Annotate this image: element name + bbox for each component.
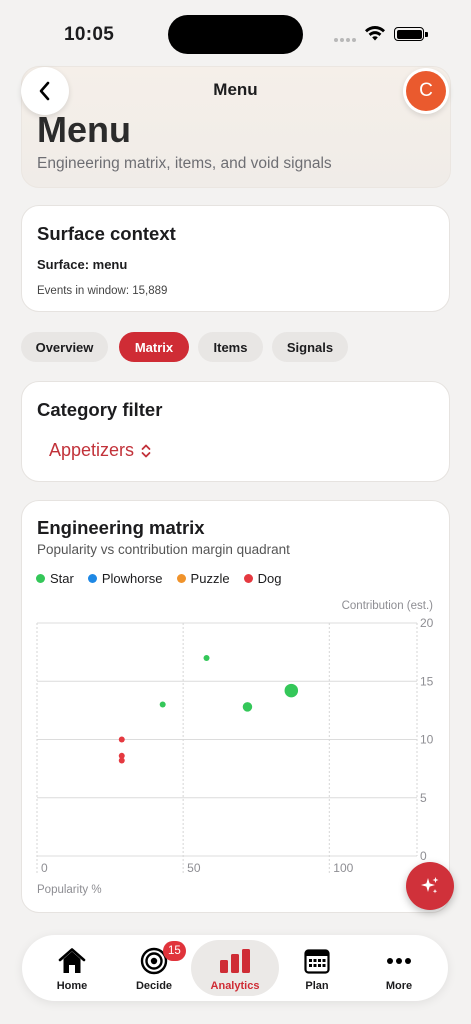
battery-icon [394, 26, 428, 42]
surface-value: Surface: menu [37, 257, 128, 272]
tab-bar-label: More [385, 980, 413, 992]
chart-x-axis-label: Popularity % [37, 884, 102, 896]
avatar[interactable]: C [403, 68, 449, 114]
tab-overview[interactable]: Overview [21, 332, 108, 362]
notification-badge: 15 [163, 941, 186, 961]
bar-chart-icon [220, 949, 250, 973]
y-tick-label: 15 [420, 674, 434, 688]
x-tick-label: 50 [187, 861, 201, 875]
page-subtitle: Engineering matrix, items, and void sign… [37, 155, 332, 172]
house-icon [58, 948, 86, 973]
scatter-chart: 201510500 50 100 [36, 616, 434, 875]
data-point-star [203, 654, 210, 661]
tab-bar-label: Plan [305, 980, 329, 992]
calendar-icon [304, 949, 330, 974]
data-point-star [159, 701, 166, 708]
wifi-icon [365, 25, 385, 41]
y-tick-label: 20 [420, 616, 434, 630]
bottom-tab-bar: Home Decide 15 Analytics Plan More [22, 935, 448, 1001]
data-point-star [283, 682, 300, 699]
category-filter-card: Category filter Appetizers [21, 381, 450, 482]
events-count: Events in window: 15,889 [37, 285, 168, 297]
data-point-dog [118, 757, 125, 764]
dynamic-island [168, 15, 303, 54]
tab-bar-plan[interactable]: Plan [274, 935, 360, 1001]
category-select-value: Appetizers [49, 440, 135, 460]
x-tick-label: 100 [333, 861, 353, 875]
cellular-signal-icon [334, 38, 358, 42]
page-title: Menu [37, 109, 131, 150]
avatar-initial: C [406, 71, 446, 111]
status-bar: 10:05 [0, 0, 471, 64]
surface-context-card: Surface context Surface: menu Events in … [21, 205, 450, 312]
y-tick-label: 10 [420, 733, 434, 747]
y-tick-label: 0 [420, 849, 427, 863]
tab-bar-more[interactable]: More [356, 935, 442, 1001]
tab-bar-label: Decide [135, 980, 173, 992]
surface-context-title: Surface context [37, 223, 176, 244]
tab-bar-analytics[interactable]: Analytics [192, 935, 278, 1001]
engineering-matrix-card: Engineering matrix Popularity vs contrib… [21, 500, 450, 913]
status-time: 10:05 [64, 24, 115, 45]
tab-matrix[interactable]: Matrix [119, 332, 189, 362]
data-point-dog [118, 736, 125, 743]
data-point-star [241, 700, 254, 714]
tab-items[interactable]: Items [198, 332, 263, 362]
sparkles-icon [421, 877, 439, 894]
x-tick-label: 0 [41, 861, 48, 875]
nav-title: Menu [213, 80, 258, 99]
tab-bar-home[interactable]: Home [29, 935, 115, 1001]
tab-signals[interactable]: Signals [272, 332, 348, 362]
y-tick-label: 5 [420, 791, 427, 805]
tab-bar-label: Analytics [210, 980, 260, 992]
category-select[interactable]: Appetizers [49, 440, 152, 461]
chevron-up-down-icon [141, 444, 151, 457]
tab-bar-label: Home [56, 980, 88, 992]
ai-assist-button[interactable] [406, 862, 454, 910]
category-filter-title: Category filter [37, 399, 163, 420]
ellipsis-icon [387, 958, 411, 964]
